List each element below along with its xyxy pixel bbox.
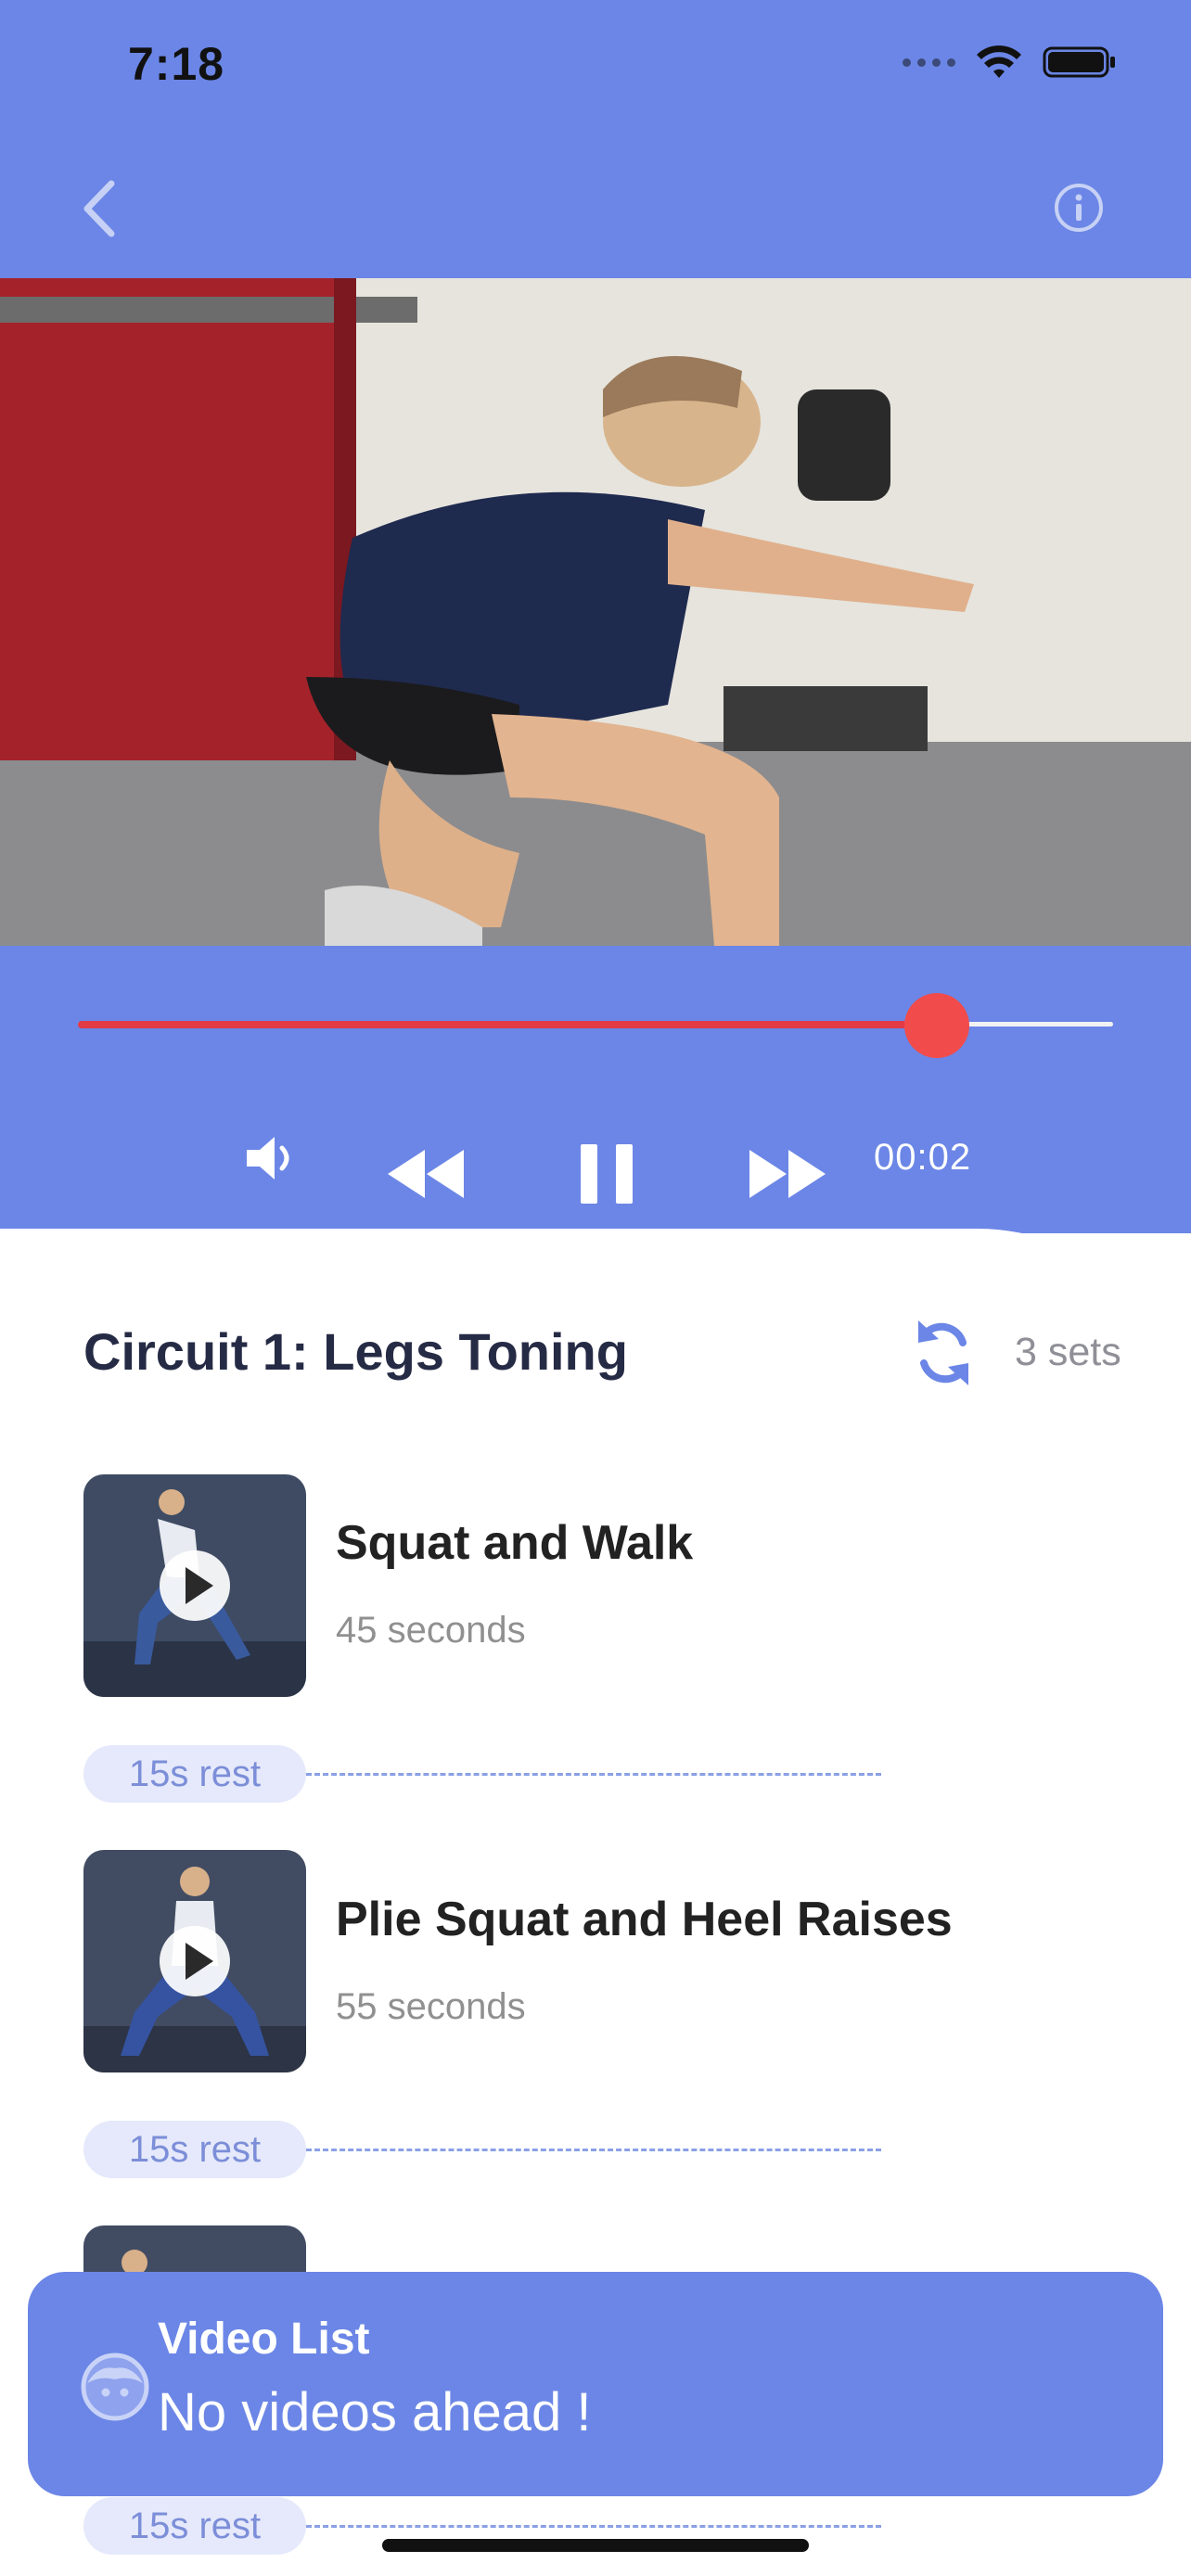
rewind-icon[interactable] <box>386 1148 466 1200</box>
rest-badge: 15s rest <box>83 2497 306 2555</box>
info-icon[interactable] <box>1053 182 1105 234</box>
cellular-signal-icon <box>903 57 955 67</box>
playback-time: 00:02 <box>874 1137 972 1178</box>
rest-badge: 15s rest <box>83 2121 306 2178</box>
fast-forward-icon[interactable] <box>748 1148 827 1200</box>
seek-thumb[interactable] <box>904 993 970 1058</box>
repeat-icon <box>918 1320 968 1385</box>
face-icon <box>81 2353 149 2421</box>
wifi-icon <box>977 45 1021 78</box>
status-time: 7:18 <box>128 38 225 90</box>
exercise-name: Squat and Walk <box>336 1516 694 1570</box>
back-chevron-icon[interactable] <box>74 176 126 241</box>
rest-badge: 15s rest <box>83 1745 306 1803</box>
rest-divider <box>306 2525 881 2528</box>
video-frame <box>0 278 1191 946</box>
status-icons <box>903 45 1117 80</box>
circuit-title: Circuit 1: Legs Toning <box>83 1322 628 1381</box>
sets-count: 3 sets <box>1015 1330 1121 1374</box>
exercise-video[interactable] <box>0 278 1191 946</box>
toast-title: Video List <box>158 2315 370 2364</box>
exercise-thumbnail[interactable] <box>83 1850 306 2072</box>
rest-divider <box>306 2149 881 2151</box>
home-indicator[interactable] <box>382 2539 809 2552</box>
exercise-duration: 45 seconds <box>336 1610 526 1651</box>
pause-icon[interactable] <box>579 1142 634 1205</box>
seek-progress <box>78 1021 938 1028</box>
exercise-thumbnail[interactable] <box>83 1474 306 1697</box>
video-list-toast[interactable]: Video List No videos ahead ! <box>28 2272 1163 2496</box>
exercise-name: Plie Squat and Heel Raises <box>336 1893 953 1946</box>
exercise-thumbnail-image <box>83 1850 306 2072</box>
battery-icon <box>1043 46 1115 78</box>
exercise-thumbnail-image <box>83 1474 306 1697</box>
rest-divider <box>306 1773 881 1776</box>
exercise-duration: 55 seconds <box>336 1986 526 2027</box>
toast-message: No videos ahead ! <box>158 2382 592 2442</box>
volume-icon[interactable] <box>243 1129 301 1187</box>
